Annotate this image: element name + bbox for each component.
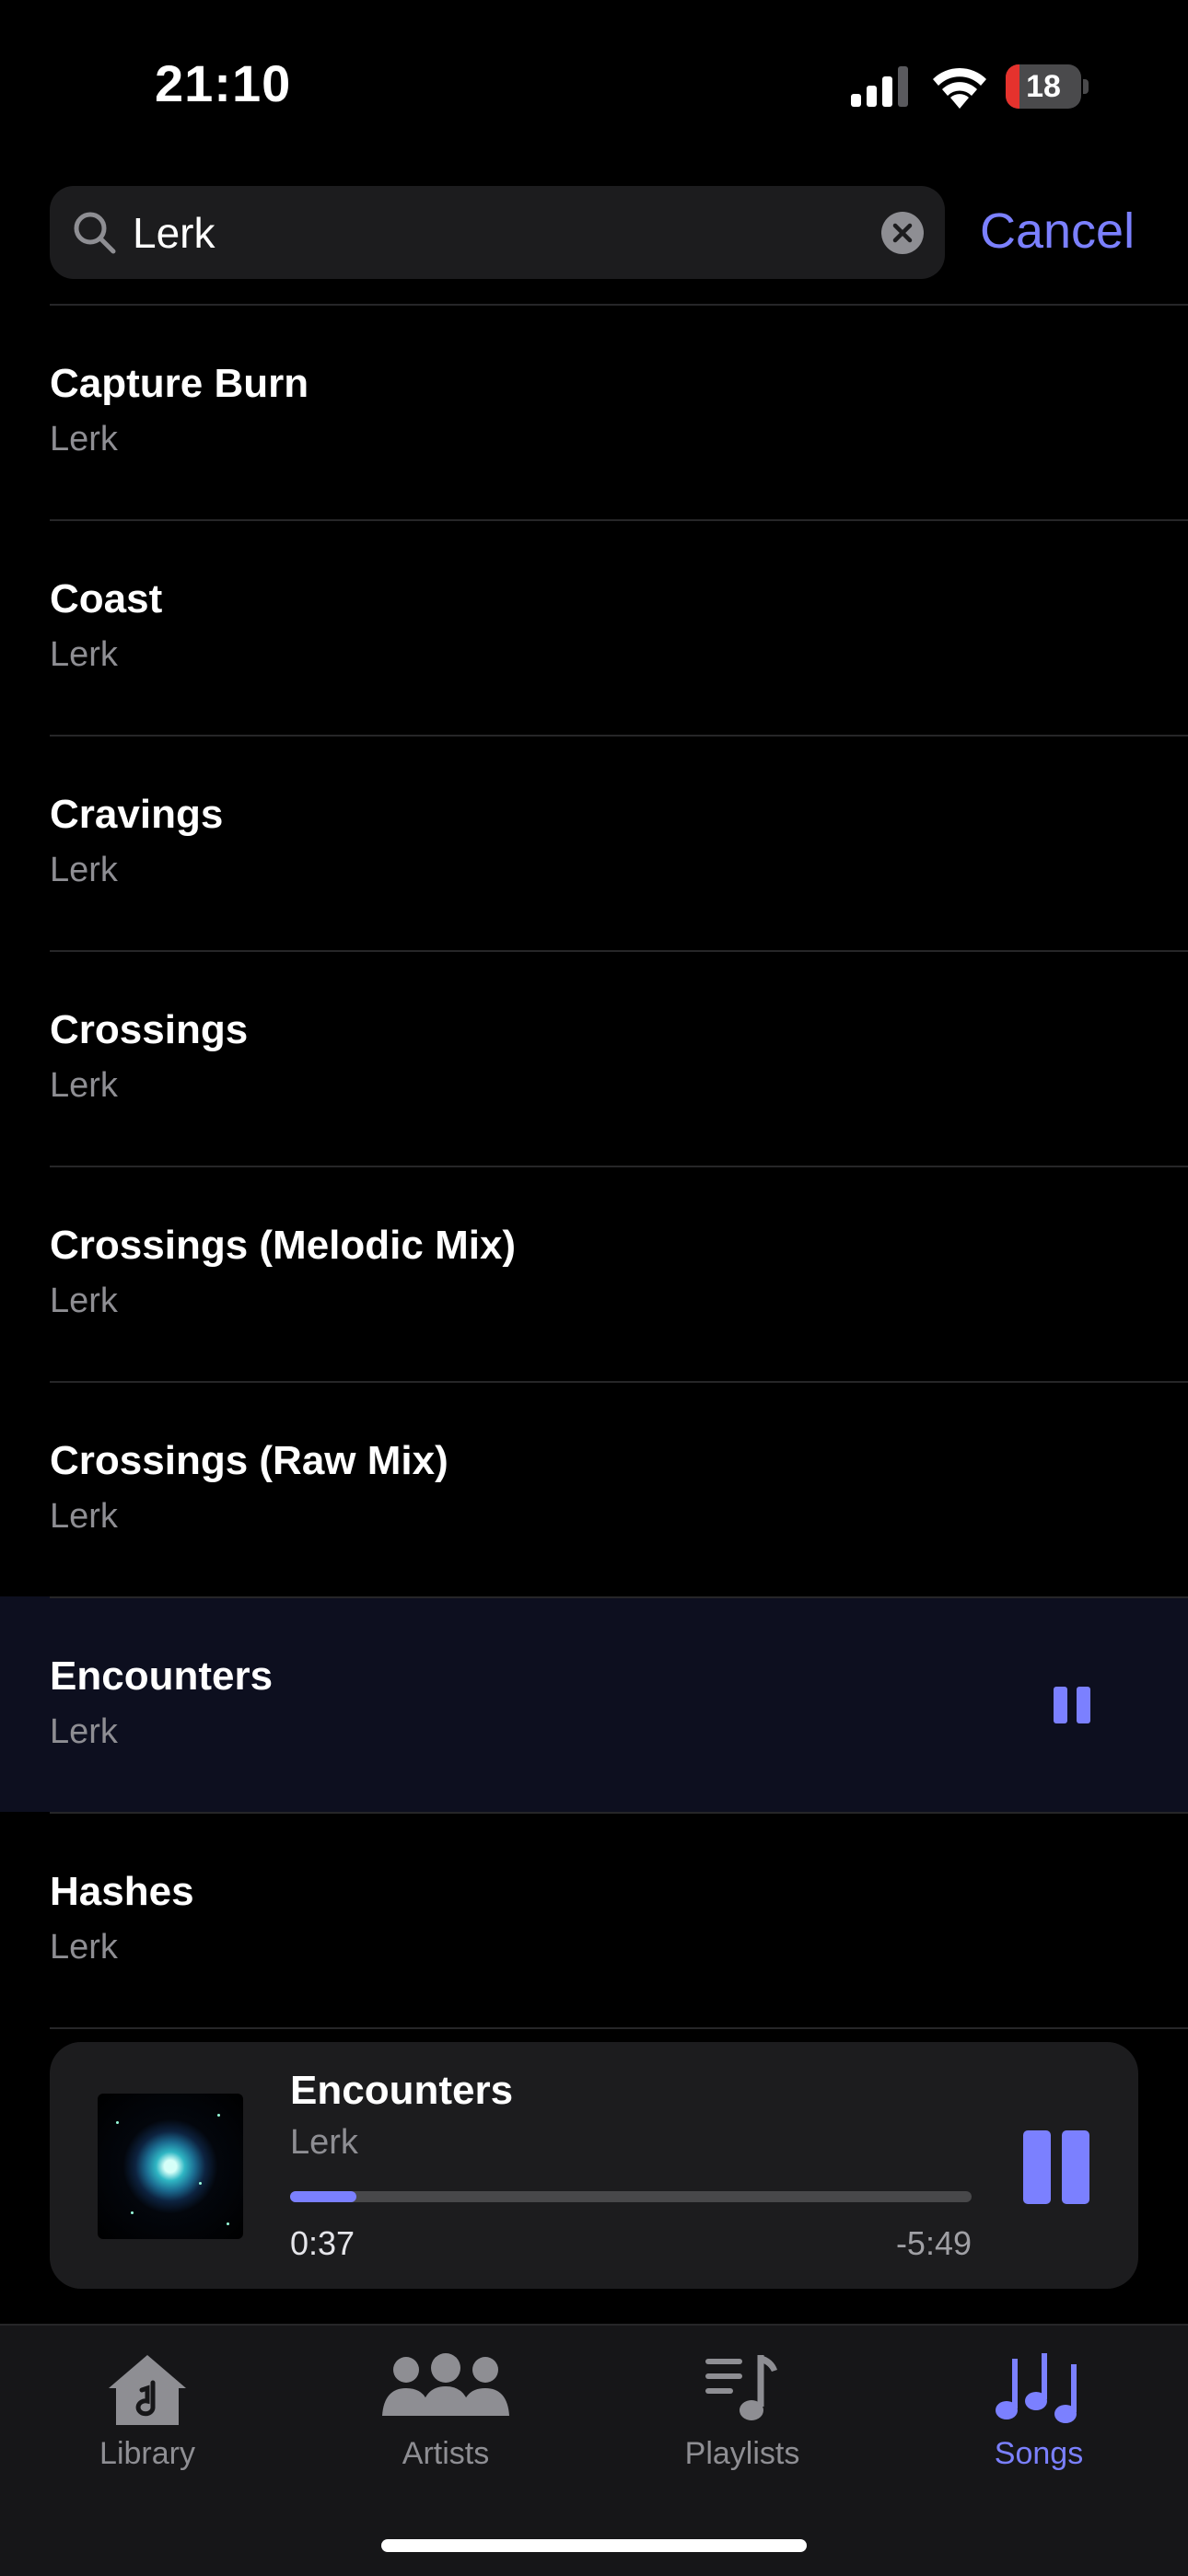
song-artist: Lerk — [50, 1712, 118, 1751]
song-row[interactable]: Crossings (Melodic Mix) Lerk — [0, 1166, 1188, 1381]
search-input[interactable] — [133, 186, 897, 279]
song-artist: Lerk — [50, 1066, 118, 1105]
pause-button[interactable] — [1019, 2130, 1092, 2204]
album-artwork — [98, 2094, 243, 2239]
song-title: Capture Burn — [50, 361, 309, 406]
pause-icon — [1023, 2130, 1051, 2204]
song-artist: Lerk — [50, 1282, 118, 1320]
search-field[interactable] — [50, 186, 945, 279]
song-row[interactable]: Capture Burn Lerk — [0, 304, 1188, 519]
song-artist: Lerk — [50, 851, 118, 889]
tab-songs[interactable]: Songs — [919, 2326, 1159, 2510]
song-row-partial — [0, 2027, 1188, 2031]
row-divider — [50, 304, 1188, 306]
home-indicator[interactable] — [381, 2539, 807, 2552]
song-title: Crossings (Melodic Mix) — [50, 1223, 517, 1268]
song-row[interactable]: Cravings Lerk — [0, 735, 1188, 950]
tab-playlists[interactable]: Playlists — [623, 2326, 862, 2510]
clear-search-button[interactable] — [881, 212, 924, 254]
tab-label: Playlists — [684, 2436, 800, 2471]
house-music-icon — [109, 2355, 186, 2425]
cancel-button[interactable]: Cancel — [980, 203, 1135, 260]
battery-icon: 18 — [1006, 64, 1089, 110]
progress-fill — [290, 2191, 356, 2202]
song-row[interactable]: Crossings (Raw Mix) Lerk — [0, 1381, 1188, 1596]
tab-artists[interactable]: Artists — [326, 2326, 565, 2510]
row-divider — [50, 1596, 1188, 1598]
wifi-icon — [933, 67, 986, 109]
clear-icon — [892, 223, 913, 243]
song-artist: Lerk — [50, 420, 118, 458]
song-row[interactable]: Crossings Lerk — [0, 950, 1188, 1166]
cellular-signal-icon — [851, 66, 908, 107]
now-playing-title: Encounters — [290, 2068, 514, 2113]
tab-library[interactable]: Library — [28, 2326, 267, 2510]
status-time: 21:10 — [155, 54, 292, 112]
tab-bar: Library Artists Playlists Songs — [0, 2324, 1188, 2576]
playlist-icon — [705, 2355, 777, 2420]
tab-label: Songs — [994, 2436, 1084, 2471]
row-divider — [50, 1381, 1188, 1383]
now-playing-artist: Lerk — [290, 2123, 358, 2162]
row-divider — [50, 735, 1188, 737]
song-artist: Lerk — [50, 1497, 118, 1536]
tab-label: Library — [99, 2436, 195, 2471]
song-title: Encounters — [50, 1654, 274, 1699]
song-row[interactable]: Coast Lerk — [0, 519, 1188, 735]
song-title: Hashes — [50, 1869, 194, 1914]
status-bar: 21:10 18 — [0, 0, 1188, 175]
row-divider — [50, 950, 1188, 952]
people-icon — [382, 2353, 509, 2416]
battery-level: 18 — [1026, 69, 1061, 104]
row-divider — [50, 2027, 1188, 2029]
row-divider — [50, 1166, 1188, 1167]
row-divider — [50, 1812, 1188, 1814]
tab-label: Artists — [402, 2436, 490, 2471]
song-title: Coast — [50, 576, 163, 621]
song-artist: Lerk — [50, 1928, 118, 1967]
music-notes-icon — [996, 2353, 1077, 2423]
song-title: Crossings — [50, 1007, 249, 1052]
song-row-now-playing[interactable]: Encounters Lerk — [0, 1596, 1188, 1812]
mini-player[interactable]: Encounters Lerk 0:37 -5:49 — [50, 2042, 1138, 2289]
song-artist: Lerk — [50, 635, 118, 674]
song-title: Crossings (Raw Mix) — [50, 1438, 448, 1483]
remaining-time: -5:49 — [895, 2224, 972, 2262]
search-icon — [74, 212, 116, 254]
elapsed-time: 0:37 — [290, 2224, 355, 2262]
progress-bar[interactable] — [290, 2191, 972, 2202]
song-row[interactable]: Hashes Lerk — [0, 1812, 1188, 2027]
row-divider — [50, 519, 1188, 521]
song-title: Cravings — [50, 792, 224, 837]
pause-icon[interactable] — [1054, 1687, 1090, 1723]
